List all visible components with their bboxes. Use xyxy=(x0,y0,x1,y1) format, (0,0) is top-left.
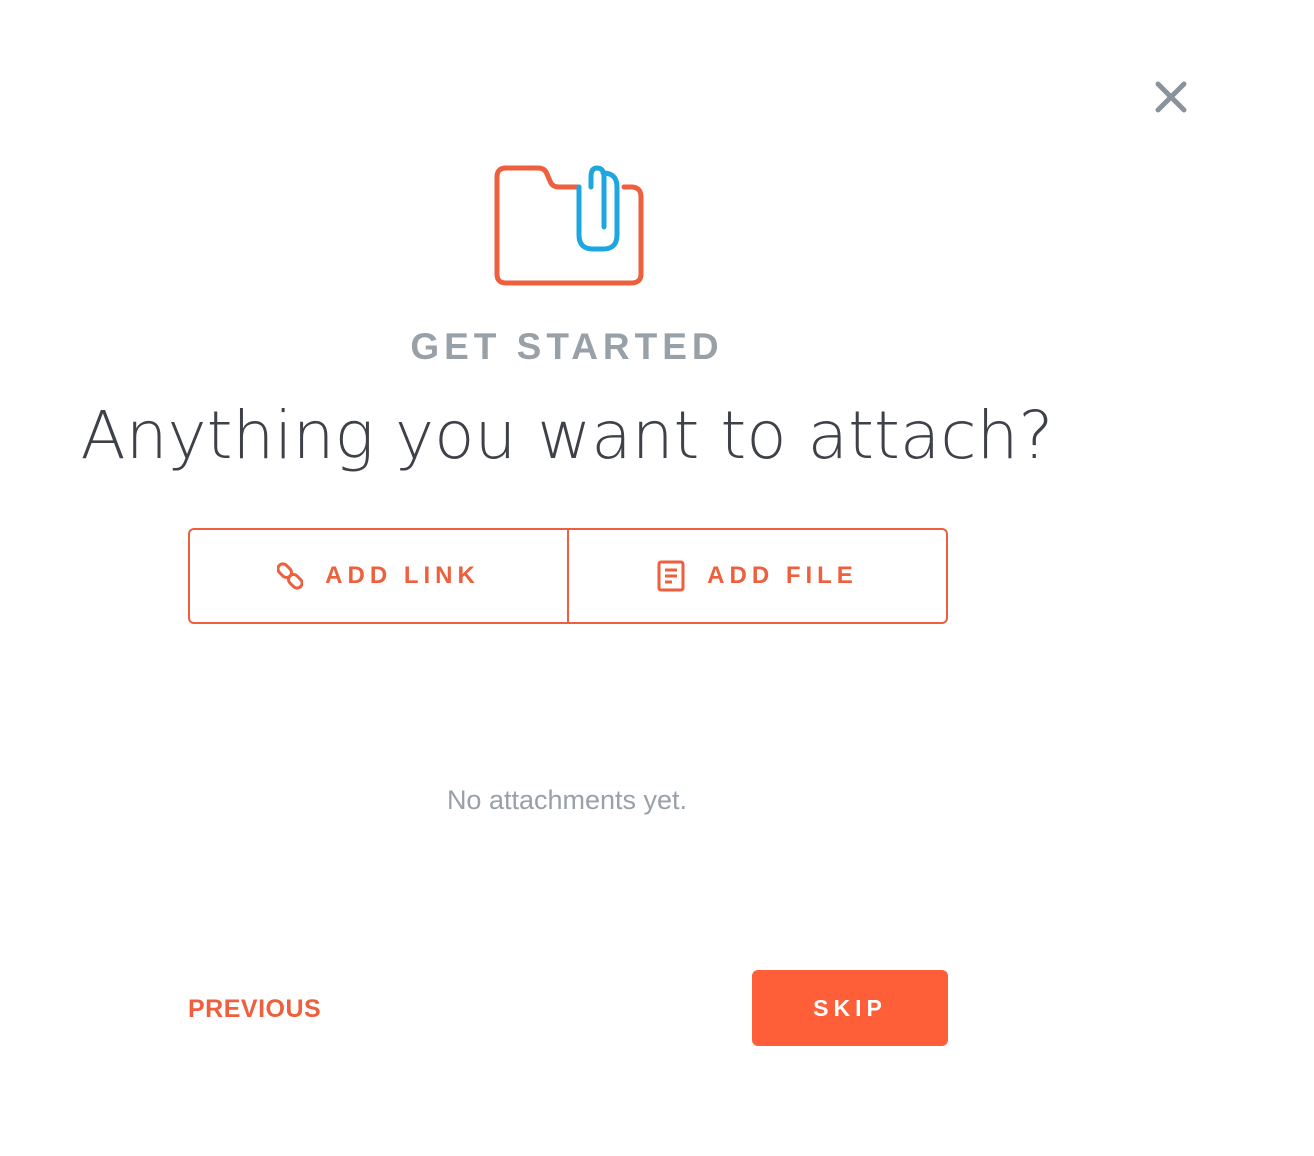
empty-state-message: No attachments yet. xyxy=(446,785,688,815)
skip-button[interactable]: SKIP xyxy=(752,970,948,1046)
folder-paperclip-icon xyxy=(493,163,647,289)
page-title: Anything you want to attach? xyxy=(80,397,1054,474)
add-link-label: ADD LINK xyxy=(325,562,480,589)
document-icon xyxy=(657,560,685,592)
attachment-actions: ADD LINK ADD FILE xyxy=(188,528,948,624)
close-icon xyxy=(1155,81,1187,113)
skip-label: SKIP xyxy=(813,994,887,1021)
add-file-button[interactable]: ADD FILE xyxy=(567,530,946,622)
add-file-label: ADD FILE xyxy=(707,562,858,589)
eyebrow-label: GET STARTED xyxy=(410,326,724,367)
add-link-button[interactable]: ADD LINK xyxy=(190,530,567,622)
link-icon xyxy=(277,562,304,590)
previous-button[interactable]: PREVIOUS xyxy=(188,992,321,1026)
close-button[interactable] xyxy=(1152,78,1190,116)
